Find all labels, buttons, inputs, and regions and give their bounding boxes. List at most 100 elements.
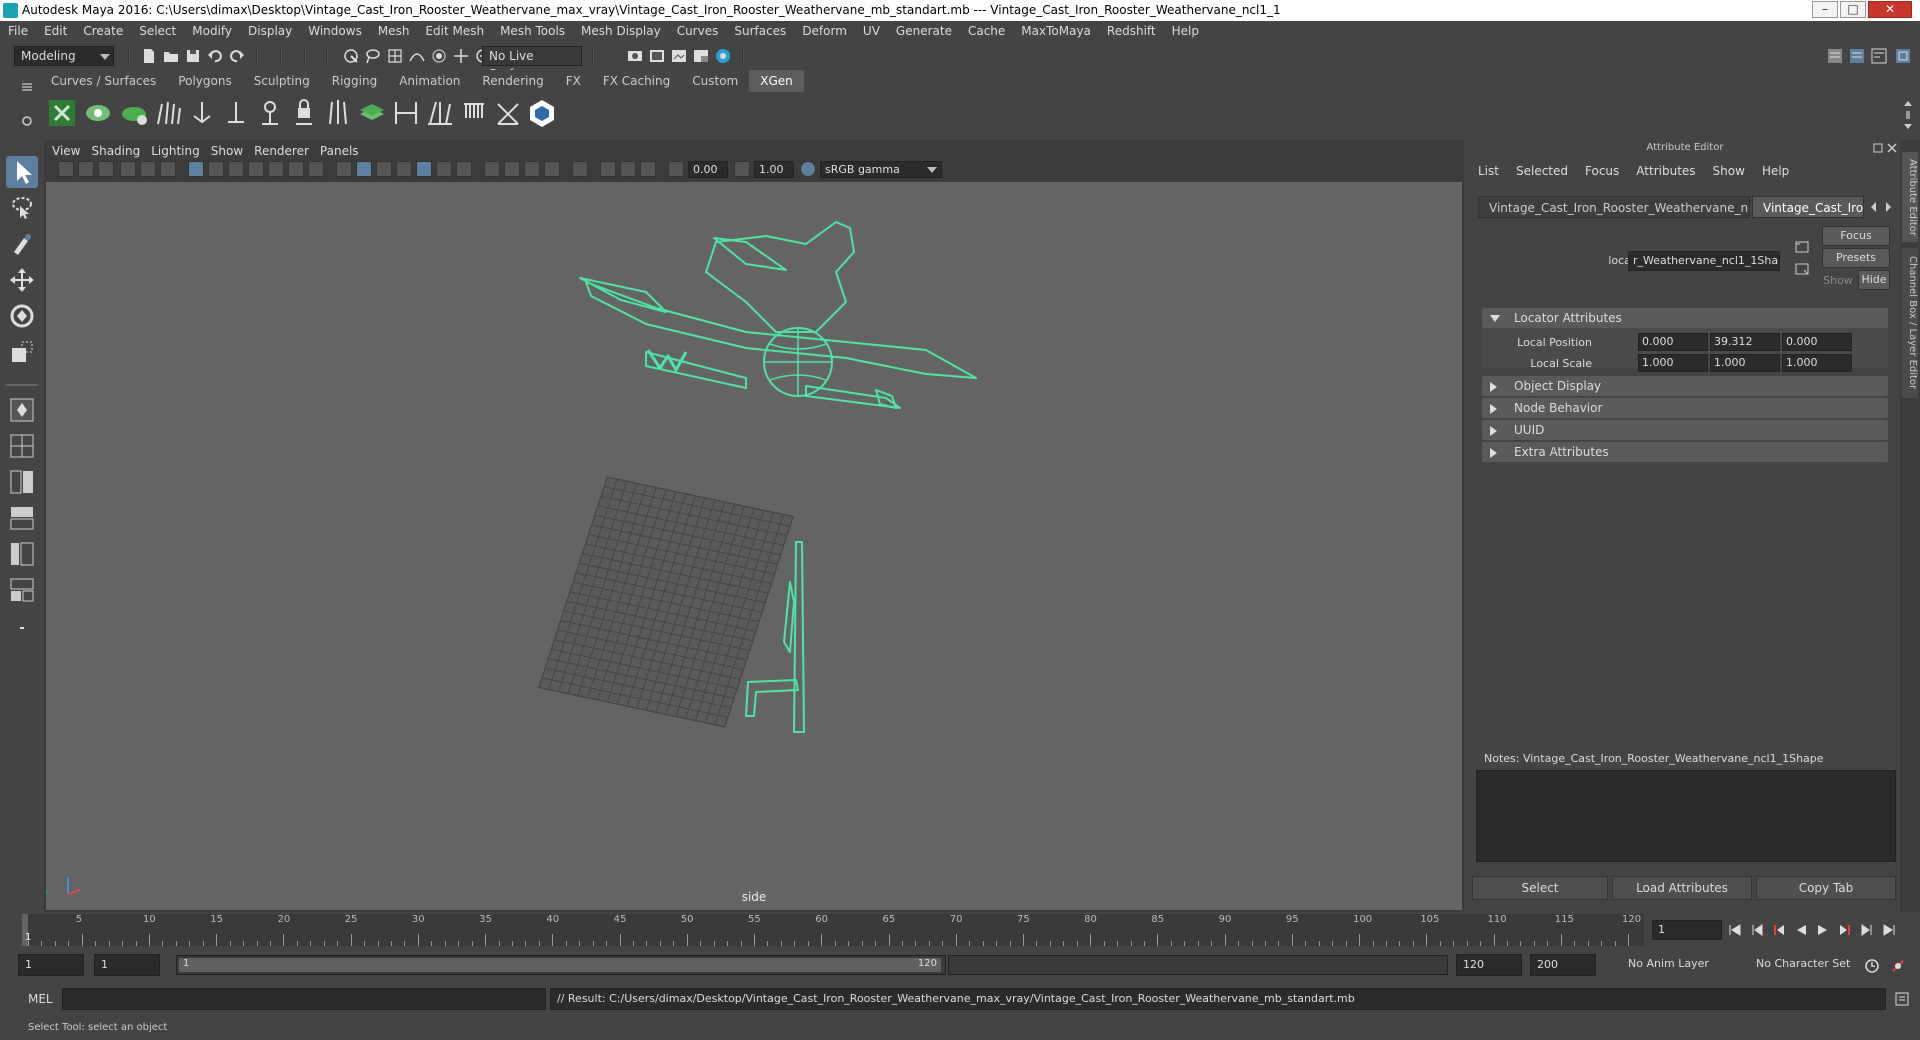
camera-attributes-icon[interactable] (78, 161, 94, 177)
gamma-icon[interactable] (734, 161, 750, 177)
menu-curves[interactable]: Curves (669, 21, 727, 42)
layout-four-button[interactable] (6, 430, 38, 462)
menu-surfaces[interactable]: Surfaces (726, 21, 794, 42)
float-panel-icon[interactable] (1872, 142, 1884, 154)
menu-display[interactable]: Display (240, 21, 300, 42)
render-frame-icon[interactable] (648, 47, 666, 65)
open-scene-icon[interactable] (162, 47, 180, 65)
step-forward-key-icon[interactable] (1860, 924, 1874, 936)
wireframe-icon[interactable] (336, 161, 352, 177)
time-slider-track[interactable]: 5 10 15 20 25 30 35 40 45 50 55 60 65 70 75 80 85 90 95 100… (22, 914, 1644, 946)
shelf-tab-rendering[interactable]: Rendering (471, 70, 555, 92)
local-position-x[interactable]: 0.000 (1638, 333, 1708, 351)
minimize-button[interactable]: – (1812, 1, 1838, 18)
range-handle[interactable]: 1 120 (179, 958, 941, 972)
step-forward-frame-icon[interactable] (1838, 924, 1852, 936)
viewport-menu-lighting[interactable]: Lighting (151, 142, 209, 160)
ae-menu-focus[interactable]: Focus (1585, 164, 1619, 178)
tab-scroll-right-icon[interactable] (1882, 200, 1894, 214)
render-settings-icon[interactable] (626, 47, 644, 65)
load-attributes-button[interactable]: Load Attributes (1612, 876, 1752, 900)
shelf-tab-custom[interactable]: Custom (681, 70, 750, 92)
section-uuid[interactable]: UUID (1482, 420, 1888, 440)
shelf-scroll-icon[interactable] (1902, 98, 1914, 132)
menu-maxtomaya[interactable]: MaxToMaya (1013, 21, 1099, 42)
shelf-tab-rigging[interactable]: Rigging (320, 70, 389, 92)
create-description-icon[interactable] (118, 98, 150, 128)
ae-menu-list[interactable]: List (1478, 164, 1499, 178)
play-forward-icon[interactable] (1816, 924, 1830, 936)
menu-modify[interactable]: Modify (184, 21, 240, 42)
rotate-tool[interactable] (6, 300, 38, 332)
shelf-tab-fx-caching[interactable]: FX Caching (591, 70, 682, 92)
xray-joints-icon[interactable] (600, 161, 616, 177)
shelf-settings-icon[interactable] (20, 114, 34, 128)
play-backward-icon[interactable] (1794, 924, 1808, 936)
local-scale-y[interactable]: 1.000 (1710, 354, 1780, 372)
layout-persp-graph-button[interactable] (6, 574, 38, 606)
ae-menu-show[interactable]: Show (1713, 164, 1745, 178)
anti-aliasing-icon[interactable] (544, 161, 560, 177)
side-tab-channel-box[interactable]: Channel Box / Layer Editor (1902, 248, 1918, 398)
grease-pencil-icon[interactable] (160, 161, 176, 177)
hypershade-icon[interactable] (714, 47, 732, 65)
smooth-shade-icon[interactable] (356, 161, 372, 177)
menu-mesh-display[interactable]: Mesh Display (573, 21, 669, 42)
scale-tool[interactable] (6, 336, 38, 368)
menu-generate[interactable]: Generate (888, 21, 960, 42)
layout-outliner-button[interactable] (6, 502, 38, 534)
live-surface-field[interactable]: No Live Surface (482, 46, 582, 81)
safe-title-icon[interactable] (308, 161, 324, 177)
save-scene-icon[interactable] (184, 47, 202, 65)
snap-grid-icon[interactable] (386, 47, 404, 65)
render-view-icon[interactable] (692, 47, 710, 65)
shadows-icon[interactable] (484, 161, 500, 177)
anim-layer-dropdown[interactable]: No Anim Layer (1622, 954, 1742, 976)
tab-scroll-left-icon[interactable] (1868, 200, 1880, 214)
snap-view-icon[interactable] (452, 47, 470, 65)
menu-cache[interactable]: Cache (960, 21, 1013, 42)
isolate-select-icon[interactable] (572, 161, 588, 177)
groom-brush-icon[interactable] (424, 98, 456, 128)
auto-key-icon[interactable] (1864, 958, 1880, 974)
layout-two-button[interactable] (6, 466, 38, 498)
layout-graph-button[interactable] (6, 538, 38, 570)
ae-menu-attributes[interactable]: Attributes (1636, 164, 1695, 178)
menu-mesh[interactable]: Mesh (370, 21, 418, 42)
lasso-tool[interactable] (6, 192, 38, 224)
animation-end-field[interactable]: 200 (1530, 954, 1596, 976)
shelf-tab-polygons[interactable]: Polygons (167, 70, 243, 92)
gamma-field[interactable]: 1.00 (754, 161, 794, 178)
add-guide-icon[interactable] (186, 98, 218, 128)
viewport-3d[interactable]: side (46, 182, 1462, 910)
local-scale-z[interactable]: 1.000 (1782, 354, 1852, 372)
shelf-tab-curves-surfaces[interactable]: Curves / Surfaces (40, 70, 168, 92)
viewport-menu-show[interactable]: Show (211, 142, 252, 160)
use-all-lights-icon[interactable] (456, 161, 472, 177)
xray-icon[interactable] (416, 161, 432, 177)
shelf-tab-animation[interactable]: Animation (388, 70, 472, 92)
character-set-dropdown[interactable]: No Character Set (1750, 954, 1876, 976)
modeling-toolkit-icon[interactable] (1826, 47, 1844, 65)
step-back-key-icon[interactable] (1750, 924, 1764, 936)
presets-button[interactable]: Presets (1822, 248, 1890, 268)
locator-name-field[interactable]: r_Weathervane_ncl1_1Shape (1628, 251, 1780, 271)
shelf-menu-icon[interactable] (20, 80, 34, 94)
command-input[interactable] (62, 988, 546, 1010)
script-language-toggle[interactable]: MEL (28, 992, 53, 1006)
redo-icon[interactable] (228, 47, 246, 65)
cut-guides-icon[interactable] (492, 98, 524, 128)
menu-redshift[interactable]: Redshift (1099, 21, 1164, 42)
place-guides-icon[interactable] (152, 98, 184, 128)
notes-textarea[interactable] (1476, 770, 1896, 862)
viewport-menu-shading[interactable]: Shading (91, 142, 149, 160)
select-hierarchy-icon[interactable] (342, 47, 360, 65)
move-tool[interactable] (6, 264, 38, 296)
guide-density-icon[interactable] (322, 98, 354, 128)
animation-start-field[interactable]: 1 (18, 954, 84, 976)
section-locator-attributes[interactable]: Locator Attributes (1482, 308, 1888, 328)
resolution-gate-icon[interactable] (228, 161, 244, 177)
view-transform-dropdown[interactable]: sRGB gamma (820, 161, 942, 178)
menu-windows[interactable]: Windows (300, 21, 370, 42)
backface-culling-icon[interactable] (640, 161, 656, 177)
